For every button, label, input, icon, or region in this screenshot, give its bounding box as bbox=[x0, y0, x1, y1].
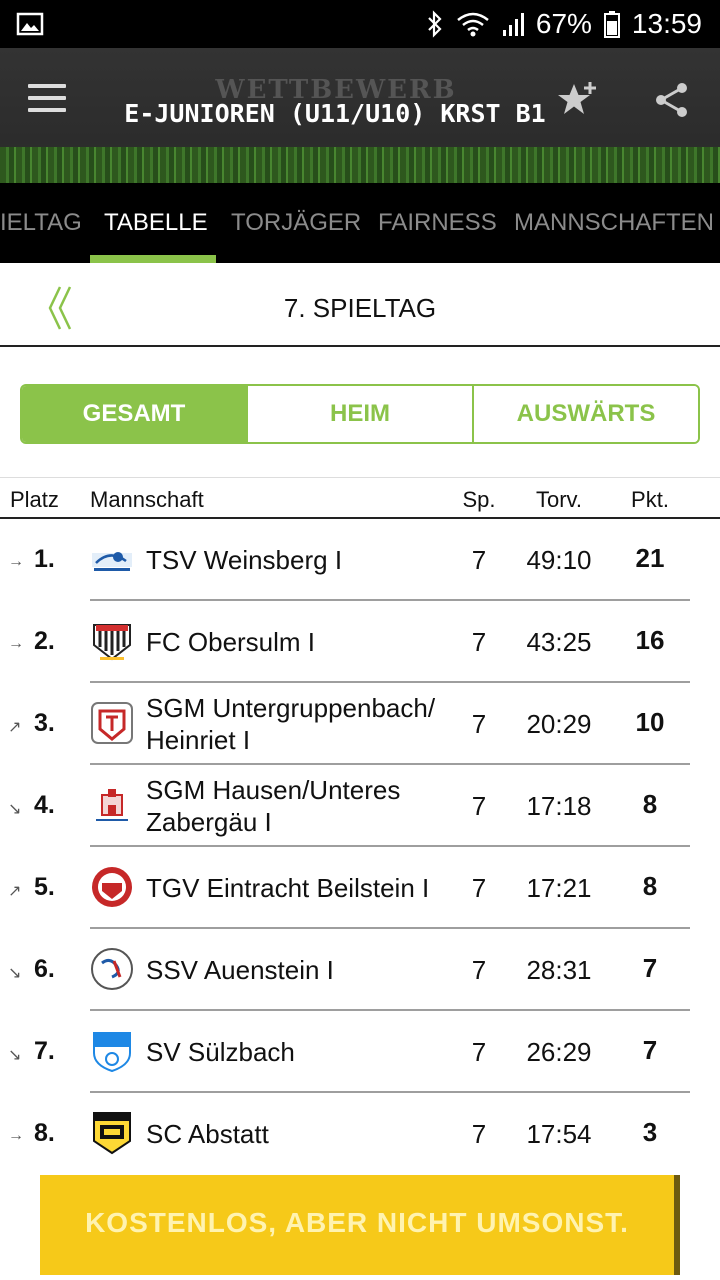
team-logo-icon bbox=[92, 867, 132, 907]
filter-gesamt-button[interactable]: GESAMT bbox=[22, 386, 248, 442]
team-name: SC Abstatt bbox=[146, 1119, 269, 1149]
trend-indicator: ↘ bbox=[8, 801, 22, 818]
team-logo-icon bbox=[92, 552, 132, 571]
team-name: FC Obersulm I bbox=[146, 627, 316, 657]
battery-percent: 67% bbox=[535, 8, 592, 39]
team-name: SV Sülzbach bbox=[146, 1037, 295, 1067]
team-logo-icon bbox=[91, 948, 133, 990]
team-name: SSV Auenstein I bbox=[146, 955, 334, 985]
team-logo-icon bbox=[93, 624, 131, 661]
games-played: 7 bbox=[471, 1037, 487, 1067]
rank: 6. bbox=[34, 955, 55, 983]
team-logo-icon bbox=[94, 785, 130, 825]
tab-spieltag[interactable]: IELTAG bbox=[0, 183, 82, 263]
header-platz: Platz bbox=[10, 487, 59, 512]
table-row[interactable]: → 2. FC Obersulm I 7 43:25 16 bbox=[0, 601, 720, 683]
games-played: 7 bbox=[471, 955, 487, 985]
games-played: 7 bbox=[471, 1119, 487, 1149]
clock: 13:59 bbox=[631, 8, 702, 39]
tab-mannschaften[interactable]: MANNSCHAFTEN bbox=[514, 183, 714, 263]
trend-indicator: ↘ bbox=[8, 1047, 22, 1064]
signal-icon bbox=[502, 13, 524, 36]
ad-banner[interactable]: KOSTENLOS, ABER NICHT UMSONST. bbox=[40, 1175, 680, 1275]
bluetooth-icon bbox=[428, 10, 442, 38]
team-name: SGM Untergruppenbach/ Heinriet I bbox=[146, 693, 436, 755]
trend-indicator: ↗ bbox=[8, 883, 22, 900]
points: 21 bbox=[635, 543, 665, 573]
table-row[interactable]: ↘ 7. SV Sülzbach 7 26:29 7 bbox=[0, 1011, 720, 1093]
rank: 2. bbox=[34, 627, 55, 655]
rank: 1. bbox=[34, 545, 55, 573]
table-row[interactable]: ↘ 6. SSV Auenstein I 7 28:31 7 bbox=[0, 929, 720, 1011]
wifi-icon bbox=[457, 12, 489, 37]
goal-ratio: 17:54 bbox=[526, 1119, 592, 1149]
trend-indicator: → bbox=[8, 635, 24, 652]
goal-ratio: 17:21 bbox=[526, 873, 592, 903]
rank: 4. bbox=[34, 791, 55, 819]
matchday-label: 7. SPIELTAG bbox=[283, 293, 437, 323]
matchday-header: 7. SPIELTAG bbox=[0, 263, 720, 347]
team-logo-icon bbox=[91, 702, 133, 744]
goal-ratio: 20:29 bbox=[526, 709, 592, 739]
games-played: 7 bbox=[471, 791, 487, 821]
filter-auswaerts-button[interactable]: AUSWÄRTS bbox=[474, 386, 698, 442]
tab-fairness[interactable]: FAIRNESS bbox=[378, 183, 497, 263]
favorite-star-icon[interactable] bbox=[554, 76, 602, 124]
games-played: 7 bbox=[471, 545, 487, 575]
header-torv: Torv. bbox=[535, 487, 583, 512]
table-filter: GESAMT HEIM AUSWÄRTS bbox=[20, 384, 700, 444]
trend-indicator: ↘ bbox=[8, 965, 22, 982]
points: 8 bbox=[642, 871, 658, 901]
points: 16 bbox=[635, 625, 665, 655]
points: 3 bbox=[642, 1117, 658, 1147]
tab-bar: IELTAG TABELLE TORJÄGER FAIRNESS MANNSCH… bbox=[0, 183, 720, 263]
active-tab-indicator bbox=[90, 255, 216, 263]
points: 8 bbox=[642, 789, 658, 819]
grass-background bbox=[0, 147, 720, 183]
goal-ratio: 26:29 bbox=[526, 1037, 592, 1067]
rank: 3. bbox=[34, 709, 55, 737]
games-played: 7 bbox=[471, 627, 487, 657]
status-bar: 67% 13:59 bbox=[0, 0, 720, 48]
goal-ratio: 49:10 bbox=[526, 545, 592, 575]
team-name: SGM Hausen/Unteres Zabergäu I bbox=[146, 775, 401, 837]
table-row[interactable]: ↗ 5. TGV Eintracht Beilstein I 7 17:21 8 bbox=[0, 847, 720, 929]
games-played: 7 bbox=[471, 873, 487, 903]
rank: 5. bbox=[34, 873, 55, 901]
app-bar: WETTBEWERB E-JUNIOREN (U11/U10) KRST B1 bbox=[0, 48, 720, 183]
battery-icon bbox=[603, 11, 620, 38]
header-sp: Sp. bbox=[462, 487, 496, 512]
table-row[interactable]: → 8. SC Abstatt 7 17:54 3 bbox=[0, 1093, 720, 1175]
rank: 7. bbox=[34, 1037, 55, 1065]
goal-ratio: 17:18 bbox=[526, 791, 592, 821]
rank: 8. bbox=[34, 1119, 55, 1147]
table-row[interactable]: ↗ 3. SGM Untergruppenbach/ Heinriet I 7 … bbox=[0, 683, 720, 765]
header-mannschaft: Mannschaft bbox=[90, 487, 204, 512]
ad-banner-text: KOSTENLOS, ABER NICHT UMSONST. bbox=[85, 1207, 629, 1238]
gallery-icon bbox=[16, 12, 44, 36]
trend-indicator: → bbox=[8, 553, 24, 570]
team-name: TSV Weinsberg I bbox=[146, 545, 343, 575]
team-name: TGV Eintracht Beilstein I bbox=[146, 873, 430, 903]
team-logo-icon bbox=[93, 1112, 131, 1155]
table-row[interactable]: → 1. TSV Weinsberg I 7 49:10 21 bbox=[0, 519, 720, 601]
page-title: E-JUNIOREN (U11/U10) KRST B1 bbox=[124, 99, 546, 128]
points: 7 bbox=[642, 1035, 658, 1065]
tab-torjaeger[interactable]: TORJÄGER bbox=[231, 183, 361, 263]
filter-heim-button[interactable]: HEIM bbox=[248, 386, 474, 442]
header-pkt: Pkt. bbox=[631, 487, 669, 512]
tab-tabelle[interactable]: TABELLE bbox=[104, 183, 208, 263]
points: 7 bbox=[642, 953, 658, 983]
table-header: Platz Mannschaft Sp. Torv. Pkt. bbox=[0, 477, 720, 519]
share-icon[interactable] bbox=[652, 80, 692, 120]
points: 10 bbox=[635, 707, 665, 737]
trend-indicator: ↗ bbox=[8, 719, 22, 736]
team-logo-icon bbox=[93, 1032, 131, 1073]
goal-ratio: 28:31 bbox=[526, 955, 592, 985]
goal-ratio: 43:25 bbox=[526, 627, 592, 657]
trend-indicator: → bbox=[8, 1127, 24, 1144]
table-row[interactable]: ↘ 4. SGM Hausen/Unteres Zabergäu I 7 17:… bbox=[0, 765, 720, 847]
games-played: 7 bbox=[471, 709, 487, 739]
